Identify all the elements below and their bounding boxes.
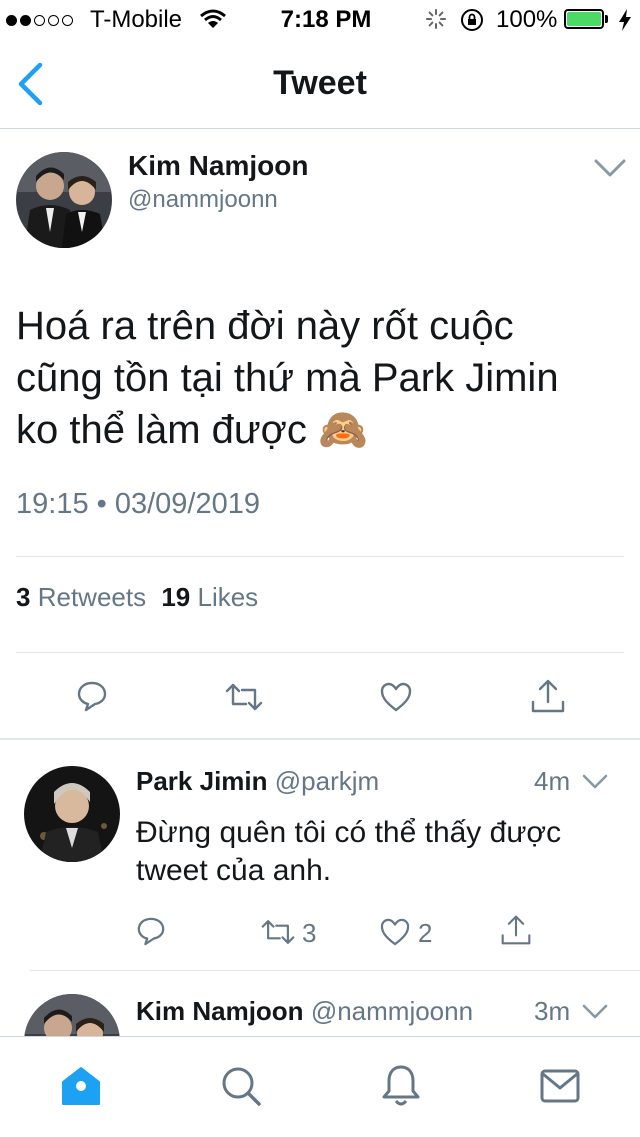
reply-time: 3m [534, 996, 571, 1026]
reply-options-chevron-icon[interactable] [582, 774, 608, 790]
reply-avatar[interactable] [24, 766, 120, 862]
tweet-stats: 3 Retweets 19 Likes [16, 582, 258, 613]
tweet-text-line: ko thể làm được 🙈 [16, 408, 368, 452]
likes-label[interactable]: Likes [197, 582, 258, 612]
reply-text: Đừng quên tôi có thể thấy được tweet của… [136, 814, 561, 890]
divider [30, 970, 640, 971]
divider [16, 556, 624, 557]
reply-share-icon[interactable] [500, 914, 532, 946]
activity-spinner-icon [426, 9, 446, 29]
status-bar: T-Mobile 7:18 PM 100% [0, 0, 640, 40]
author-handle[interactable]: @nammjoonn [128, 186, 278, 214]
reply-like-heart-icon[interactable] [380, 918, 410, 946]
tweet-timestamp: 19:15 • 03/09/2019 [16, 488, 260, 520]
reply-header: Park Jimin @parkjm [136, 766, 379, 797]
author-avatar[interactable] [16, 152, 112, 248]
reply-reply-icon[interactable] [136, 916, 166, 946]
tab-bar [0, 1036, 640, 1137]
tweet-text-line: cũng tồn tại thứ mà Park Jimin [16, 356, 559, 400]
home-icon[interactable] [60, 1065, 102, 1107]
like-heart-icon[interactable] [380, 682, 412, 712]
reply-options-chevron-icon[interactable] [582, 1004, 608, 1020]
reply-author-handle[interactable]: @parkjm [275, 766, 379, 796]
author-name[interactable]: Kim Namjoon [128, 150, 308, 182]
likes-count[interactable]: 19 [161, 582, 190, 612]
tweet-options-chevron-icon[interactable] [594, 158, 626, 178]
search-icon[interactable] [220, 1065, 262, 1107]
share-icon[interactable] [530, 678, 566, 714]
retweets-count[interactable]: 3 [16, 582, 30, 612]
reply-author-name[interactable]: Park Jimin [136, 766, 268, 796]
reply-icon[interactable] [76, 680, 108, 712]
divider [16, 652, 624, 653]
signal-strength-icon [6, 15, 73, 26]
clock: 7:18 PM [280, 6, 372, 33]
reply-like-count: 2 [418, 918, 433, 948]
reply-time: 4m [534, 766, 571, 796]
tweet-text: Hoá ra trên đời này rốt cuộc cũng tồn tạ… [16, 300, 559, 456]
reply-text-line: tweet của anh. [136, 854, 332, 887]
tweet-text-line: Hoá ra trên đời này rốt cuộc [16, 304, 514, 348]
wifi-icon [200, 8, 226, 30]
reply-header: Kim Namjoon @nammjoonn [136, 996, 473, 1027]
navigation-bar: Tweet [0, 40, 640, 129]
reply-retweet-icon[interactable] [260, 918, 296, 946]
battery-icon [564, 9, 604, 29]
retweet-icon[interactable] [224, 682, 264, 712]
charging-bolt-icon [618, 9, 632, 31]
battery-percent: 100% [496, 6, 558, 33]
rotation-lock-icon [460, 8, 484, 32]
reply-text-line: Đừng quên tôi có thể thấy được [136, 816, 562, 849]
retweets-label[interactable]: Retweets [38, 582, 146, 612]
reply-retweet-count: 3 [302, 918, 317, 948]
messages-envelope-icon[interactable] [540, 1069, 580, 1103]
carrier-label: T-Mobile [90, 6, 183, 33]
page-title: Tweet [273, 64, 367, 102]
reply-author-handle[interactable]: @nammjoonn [311, 996, 473, 1026]
reply-author-name[interactable]: Kim Namjoon [136, 996, 304, 1026]
notifications-bell-icon[interactable] [380, 1063, 422, 1109]
section-divider [0, 738, 640, 740]
